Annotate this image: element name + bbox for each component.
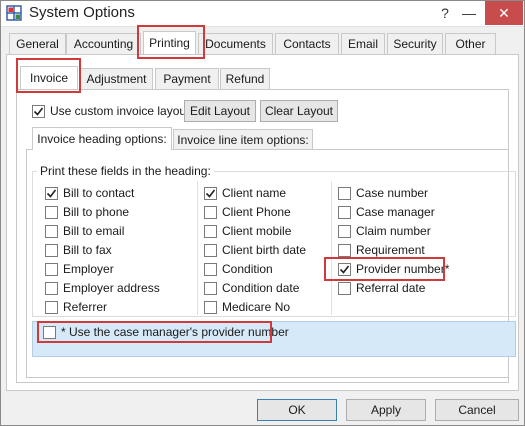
field-medicare-no-row[interactable]: Medicare No (204, 299, 290, 315)
field-client-name-label: Client name (222, 186, 287, 200)
field-case-manager-row[interactable]: Case manager (338, 204, 435, 220)
custom-layout-label: Use custom invoice layout: (50, 104, 193, 118)
field-claim-number-checkbox[interactable] (338, 224, 351, 238)
help-icon[interactable]: ? (433, 1, 457, 25)
field-client-birth-date-checkbox[interactable] (204, 243, 217, 257)
field-bill-to-contact-row[interactable]: Bill to contact (45, 185, 134, 201)
tab-contacts[interactable]: Contacts (275, 33, 339, 54)
field-bill-to-contact-label: Bill to contact (63, 186, 135, 200)
tab-invoice-heading-options[interactable]: Invoice heading options: (32, 127, 172, 150)
minimize-icon[interactable]: — (457, 1, 481, 25)
field-bill-to-phone-row[interactable]: Bill to phone (45, 204, 129, 220)
field-bill-to-phone-label: Bill to phone (63, 205, 130, 219)
field-client-birth-date-label: Client birth date (222, 243, 307, 257)
field-referrer-checkbox[interactable] (45, 300, 58, 314)
custom-layout-checkbox-row[interactable]: Use custom invoice layout: (32, 103, 193, 119)
field-client-phone-checkbox[interactable] (204, 205, 217, 219)
field-condition-date-label: Condition date (222, 281, 300, 295)
field-employer-row[interactable]: Employer (45, 261, 114, 277)
field-provider-number-row[interactable]: Provider number* (338, 261, 449, 277)
field-client-birth-date-row[interactable]: Client birth date (204, 242, 306, 258)
field-client-phone-row[interactable]: Client Phone (204, 204, 291, 220)
system-options-window: System Options ? — ✕ General Accounting Pr… (0, 0, 525, 426)
field-client-name-row[interactable]: Client name (204, 185, 286, 201)
field-requirement-row[interactable]: Requirement (338, 242, 425, 258)
field-employer-address-row[interactable]: Employer address (45, 280, 160, 296)
title-bar: System Options ? — ✕ (1, 1, 524, 27)
field-case-number-row[interactable]: Case number (338, 185, 428, 201)
field-case-number-checkbox[interactable] (338, 186, 351, 200)
column-separator (197, 181, 198, 315)
clear-layout-button[interactable]: Clear Layout (260, 100, 338, 122)
field-medicare-no-checkbox[interactable] (204, 300, 217, 314)
check-icon (205, 189, 216, 198)
field-client-mobile-label: Client mobile (222, 224, 292, 238)
field-condition-checkbox[interactable] (204, 262, 217, 276)
tab-accounting[interactable]: Accounting (66, 33, 141, 54)
field-client-mobile-checkbox[interactable] (204, 224, 217, 238)
field-bill-to-fax-checkbox[interactable] (45, 243, 58, 257)
field-employer-label: Employer (63, 262, 114, 276)
field-client-phone-label: Client Phone (222, 205, 291, 219)
field-client-mobile-row[interactable]: Client mobile (204, 223, 291, 239)
column-separator (331, 181, 332, 315)
tab-documents[interactable]: Documents (198, 33, 273, 54)
field-bill-to-contact-checkbox[interactable] (45, 186, 58, 200)
field-condition-date-row[interactable]: Condition date (204, 280, 299, 296)
provider-option-checkbox[interactable] (43, 325, 56, 339)
field-case-manager-label: Case manager (356, 205, 435, 219)
field-case-manager-checkbox[interactable] (338, 205, 351, 219)
tab-email[interactable]: Email (341, 33, 385, 54)
ok-button[interactable]: OK (257, 399, 337, 421)
custom-layout-checkbox[interactable] (32, 104, 45, 118)
tab-invoice[interactable]: Invoice (20, 66, 78, 89)
field-referral-date-row[interactable]: Referral date (338, 280, 425, 296)
field-bill-to-email-checkbox[interactable] (45, 224, 58, 238)
field-employer-address-checkbox[interactable] (45, 281, 58, 295)
check-icon (46, 189, 57, 198)
heading-fields-group-title: Print these fields in the heading: (37, 164, 214, 178)
edit-layout-button[interactable]: Edit Layout (184, 100, 256, 122)
cancel-button[interactable]: Cancel (435, 399, 519, 421)
tab-printing[interactable]: Printing (143, 31, 196, 54)
field-requirement-checkbox[interactable] (338, 243, 351, 257)
check-icon (339, 265, 350, 274)
field-employer-address-label: Employer address (63, 281, 160, 295)
field-condition-row[interactable]: Condition (204, 261, 273, 277)
check-icon (33, 107, 44, 116)
field-bill-to-phone-checkbox[interactable] (45, 205, 58, 219)
apply-button[interactable]: Apply (346, 399, 426, 421)
field-condition-label: Condition (222, 262, 273, 276)
field-claim-number-row[interactable]: Claim number (338, 223, 431, 239)
tab-adjustment[interactable]: Adjustment (80, 68, 153, 89)
tab-security[interactable]: Security (387, 33, 443, 54)
field-provider-number-label: Provider number* (356, 262, 450, 276)
field-employer-checkbox[interactable] (45, 262, 58, 276)
field-client-name-checkbox[interactable] (204, 186, 217, 200)
field-claim-number-label: Claim number (356, 224, 431, 238)
field-bill-to-email-row[interactable]: Bill to email (45, 223, 124, 239)
field-referral-date-checkbox[interactable] (338, 281, 351, 295)
field-provider-number-checkbox[interactable] (338, 262, 351, 276)
tab-payment[interactable]: Payment (155, 68, 219, 89)
field-bill-to-email-label: Bill to email (63, 224, 125, 238)
field-referral-date-label: Referral date (356, 281, 426, 295)
system-options-grid-icon (6, 5, 22, 21)
tab-other[interactable]: Other (445, 33, 496, 54)
tab-refund[interactable]: Refund (220, 68, 270, 89)
field-requirement-label: Requirement (356, 243, 425, 257)
close-icon[interactable]: ✕ (485, 1, 523, 25)
provider-option-row[interactable]: * Use the case manager's provider number (43, 324, 289, 340)
field-referrer-label: Referrer (63, 300, 108, 314)
provider-option-label: * Use the case manager's provider number (61, 325, 289, 339)
window-title: System Options (29, 4, 135, 21)
tab-general[interactable]: General (9, 33, 66, 54)
field-bill-to-fax-label: Bill to fax (63, 243, 112, 257)
field-condition-date-checkbox[interactable] (204, 281, 217, 295)
field-medicare-no-label: Medicare No (222, 300, 291, 314)
field-referrer-row[interactable]: Referrer (45, 299, 107, 315)
field-bill-to-fax-row[interactable]: Bill to fax (45, 242, 112, 258)
field-case-number-label: Case number (356, 186, 429, 200)
tab-invoice-line-item-options[interactable]: Invoice line item options: (173, 129, 313, 150)
